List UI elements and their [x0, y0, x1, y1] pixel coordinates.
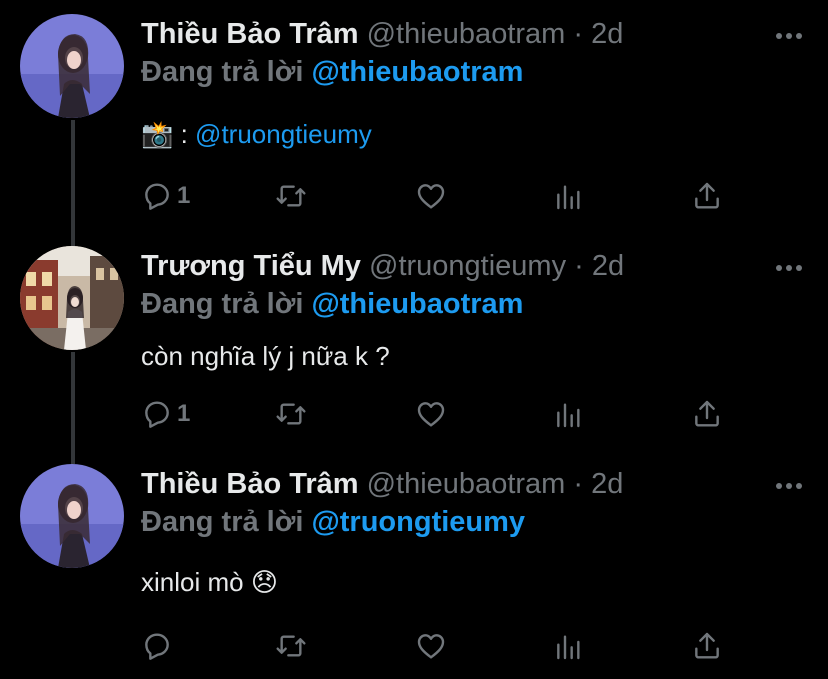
tweet-actions: 1	[141, 394, 741, 434]
avatar[interactable]	[20, 14, 124, 118]
reply-mention-link[interactable]: @thieubaotram	[311, 56, 523, 88]
user-handle[interactable]: @truongtieumy	[369, 250, 566, 282]
display-name[interactable]: Thiều Bảo Trâm	[141, 468, 359, 500]
reply-icon	[145, 401, 169, 428]
like-icon	[417, 634, 445, 659]
tweet-header: Trương Tiểu My @truongtieumy · 2d	[141, 246, 624, 286]
reply-button[interactable]: 1	[141, 394, 190, 434]
separator-dot: ·	[574, 250, 584, 282]
replying-to: Đang trả lời @truongtieumy	[141, 502, 525, 542]
user-handle[interactable]: @thieubaotram	[367, 18, 566, 50]
mention-link[interactable]: @truongtieumy	[195, 119, 372, 149]
replying-to-label: Đang trả lời	[141, 56, 304, 88]
analytics-icon	[557, 185, 580, 210]
reply-mention-link[interactable]: @thieubaotram	[311, 288, 523, 320]
reply-count: 1	[177, 182, 191, 209]
share-button[interactable]	[691, 626, 723, 666]
timestamp[interactable]: 2d	[591, 18, 623, 50]
reply-button[interactable]	[141, 626, 177, 666]
share-icon	[695, 632, 719, 659]
camera-flash-emoji: 📸	[141, 119, 174, 149]
share-icon	[695, 400, 719, 427]
analytics-button[interactable]	[553, 626, 585, 666]
reply-mention-link[interactable]: @truongtieumy	[311, 506, 525, 538]
tweet-header: Thiều Bảo Trâm @thieubaotram · 2d	[141, 14, 623, 54]
tweet[interactable]: Thiều Bảo Trâm @thieubaotram · 2d Đang t…	[0, 14, 828, 224]
tweet-text: xinloi mò 😞	[141, 564, 278, 600]
replying-to-label: Đang trả lời	[141, 288, 304, 320]
avatar[interactable]	[20, 246, 124, 350]
reply-icon	[145, 633, 169, 660]
tweet[interactable]: Thiều Bảo Trâm @thieubaotram · 2d Đang t…	[0, 464, 828, 674]
analytics-icon	[557, 635, 580, 660]
display-name[interactable]: Thiều Bảo Trâm	[141, 18, 359, 50]
retweet-button[interactable]	[275, 394, 307, 434]
share-icon	[695, 182, 719, 209]
retweet-icon	[276, 403, 306, 425]
retweet-button[interactable]	[275, 626, 307, 666]
display-name[interactable]: Trương Tiểu My	[141, 250, 361, 282]
tweet-text-content: còn nghĩa lý j nữa k ?	[141, 341, 390, 371]
tweet-header: Thiều Bảo Trâm @thieubaotram · 2d	[141, 464, 623, 504]
like-button[interactable]	[415, 176, 447, 216]
tweet-actions	[141, 626, 741, 666]
share-button[interactable]	[691, 176, 723, 216]
like-button[interactable]	[415, 394, 447, 434]
more-icon[interactable]	[772, 24, 806, 48]
separator-dot: ·	[573, 18, 584, 50]
tweet-text-content: :	[173, 119, 196, 149]
like-icon	[417, 402, 445, 427]
reply-button[interactable]: 1	[141, 176, 190, 216]
tweet-text: 📸 : @truongtieumy	[141, 116, 372, 152]
analytics-icon	[557, 403, 580, 428]
separator-dot: ·	[573, 468, 584, 500]
replying-to: Đang trả lời @thieubaotram	[141, 52, 523, 92]
replying-to-label: Đang trả lời	[141, 506, 304, 538]
retweet-button[interactable]	[275, 176, 307, 216]
disappointed-face-emoji: 😞	[250, 567, 278, 597]
reply-count: 1	[177, 400, 191, 427]
user-handle[interactable]: @thieubaotram	[367, 468, 566, 500]
like-icon	[417, 184, 445, 209]
share-button[interactable]	[691, 394, 723, 434]
timestamp[interactable]: 2d	[591, 468, 623, 500]
avatar[interactable]	[20, 464, 124, 568]
tweet-text: còn nghĩa lý j nữa k ?	[141, 338, 390, 374]
tweet[interactable]: Trương Tiểu My @truongtieumy · 2d Đang t…	[0, 246, 828, 446]
tweet-text-content: xinloi mò	[141, 567, 251, 597]
analytics-button[interactable]	[553, 176, 585, 216]
retweet-icon	[276, 185, 306, 207]
reply-icon	[145, 183, 169, 210]
like-button[interactable]	[415, 626, 447, 666]
tweet-actions: 1	[141, 176, 741, 216]
timestamp[interactable]: 2d	[592, 250, 624, 282]
more-icon[interactable]	[772, 256, 806, 280]
analytics-button[interactable]	[553, 394, 585, 434]
replying-to: Đang trả lời @thieubaotram	[141, 284, 523, 324]
retweet-icon	[276, 635, 306, 657]
more-icon[interactable]	[772, 474, 806, 498]
